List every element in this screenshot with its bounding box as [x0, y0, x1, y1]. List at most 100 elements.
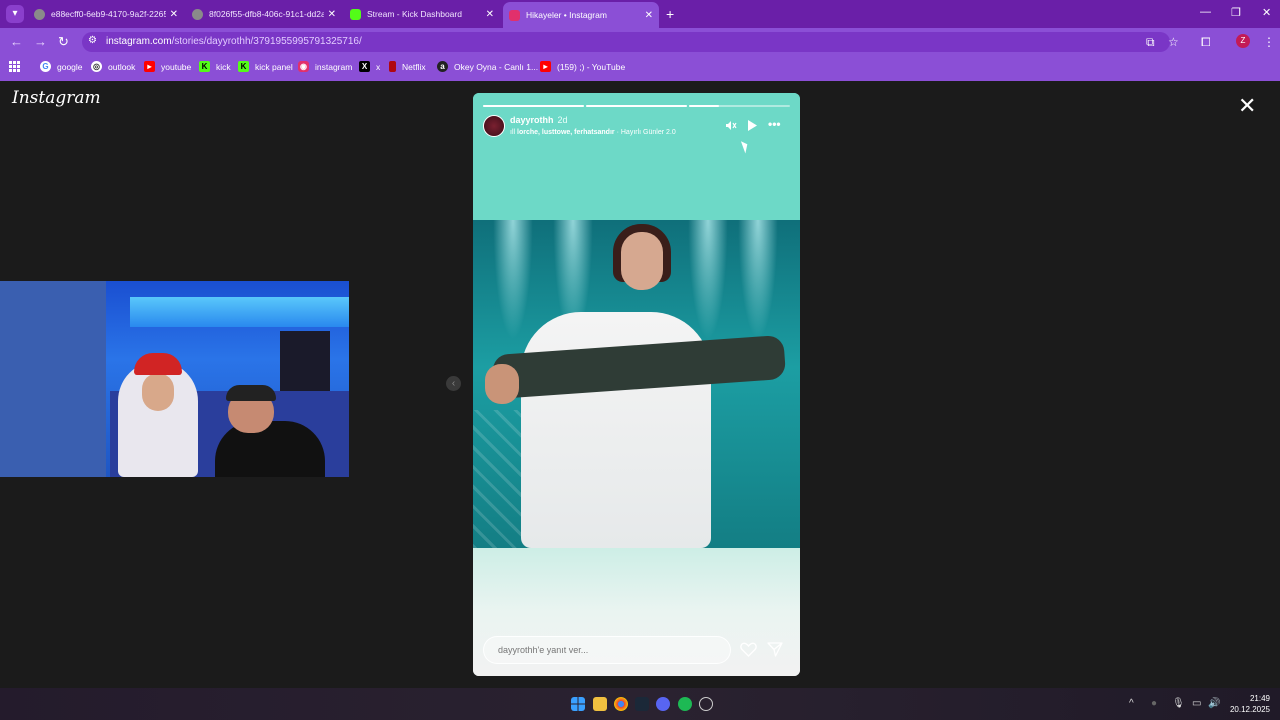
webcam-wall	[0, 281, 106, 477]
tray-chevron-up-icon[interactable]: ^	[1129, 698, 1134, 709]
story-reply-field[interactable]	[483, 636, 731, 664]
new-tab-plus-icon[interactable]: +	[666, 6, 674, 22]
music-title: Hayırlı Günler 2.0	[620, 129, 676, 136]
windows-start-icon[interactable]	[571, 697, 585, 711]
clock-date: 20.12.2025	[1229, 705, 1270, 714]
bookmark-outlook-label: outlook	[108, 61, 136, 72]
stage-light	[493, 220, 533, 340]
music-artists: lorche, lusttowe, ferhatsandır	[517, 129, 615, 136]
window-close-icon[interactable]: ✕	[1262, 6, 1271, 19]
chrome-menu-icon[interactable]: ⋮	[1263, 35, 1275, 49]
site-settings-icon[interactable]: ⚙	[88, 35, 97, 46]
bookmark-kick-panel-label: kick panel	[255, 61, 293, 72]
apps-grid-icon[interactable]	[9, 61, 20, 72]
bookmark-instagram[interactable]: ◉ instagram	[298, 61, 352, 72]
outlook-icon: ◎	[91, 61, 102, 72]
bookmark-star-icon[interactable]: ☆	[1168, 35, 1179, 49]
tab-4-active[interactable]: Hikayeler • Instagram ✕	[503, 2, 659, 28]
stage-light	[688, 220, 728, 340]
chrome-icon[interactable]	[614, 697, 628, 711]
bookmark-youtube[interactable]: ▸ youtube	[144, 61, 191, 72]
google-icon: G	[40, 61, 51, 72]
story-user-avatar[interactable]	[483, 115, 505, 137]
more-options-icon[interactable]: •••	[768, 118, 781, 130]
webcam-shelf	[280, 331, 330, 391]
bookmark-outlook[interactable]: ◎ outlook	[91, 61, 135, 72]
profile-avatar[interactable]: Z	[1236, 34, 1250, 48]
netflix-icon	[389, 61, 396, 72]
bookmark-netflix[interactable]: Netflix	[389, 61, 426, 72]
steam-icon[interactable]	[635, 697, 649, 711]
restore-icon[interactable]: ❐	[1231, 6, 1241, 19]
spotify-icon[interactable]	[678, 697, 692, 711]
volume-icon[interactable]: 🔊	[1208, 698, 1220, 709]
bookmark-kick-panel[interactable]: Kkick panel	[238, 61, 293, 72]
install-app-icon[interactable]: ⧉	[1146, 35, 1155, 50]
story-username[interactable]: dayyrothh	[510, 115, 554, 125]
play-icon[interactable]	[747, 120, 757, 134]
kick-icon: K	[238, 61, 249, 72]
bookmark-google[interactable]: Ggoogle	[40, 61, 83, 72]
bookmark-kick[interactable]: Kkick	[199, 61, 231, 72]
okey-icon: a	[437, 61, 448, 72]
instagram-logo[interactable]: Instagram	[12, 88, 101, 108]
instagram-icon: ◉	[298, 61, 309, 72]
story-username-row[interactable]: dayyrothh 2d	[510, 115, 568, 125]
previous-story-chevron-icon[interactable]: ‹	[446, 376, 461, 391]
forward-arrow-icon[interactable]: →	[34, 34, 47, 49]
tray-app-icon[interactable]: ●	[1151, 698, 1157, 709]
tab-2[interactable]: 8f026f55-dfb8-406c-91c1-dd2a ✕	[186, 3, 342, 25]
x-icon: X	[359, 61, 370, 72]
discord-icon[interactable]	[656, 697, 670, 711]
address-bar-url[interactable]: instagram.com/stories/dayyrothh/37919559…	[106, 36, 362, 47]
bookmark-okey-label: Okey Oyna - Canlı 1...	[454, 61, 539, 72]
bookmarks-bar	[0, 56, 1280, 81]
groom-face	[485, 364, 519, 404]
story-reply-input[interactable]	[484, 637, 730, 663]
microphone-icon[interactable]: 🎙	[1172, 698, 1185, 709]
story-progress-fill	[689, 105, 720, 107]
kick-icon: K	[199, 61, 210, 72]
story-progress-fill	[586, 105, 687, 107]
webcam-hair-right	[226, 385, 276, 401]
music-bars-icon: ıll	[510, 129, 517, 136]
mute-speaker-icon[interactable]	[725, 120, 737, 134]
network-icon[interactable]: ▭	[1192, 698, 1201, 709]
story-top-background	[473, 93, 800, 220]
bookmark-youtube-2[interactable]: ▸ (159) ;) - YouTube	[540, 61, 625, 72]
story-progress-segment	[483, 105, 584, 107]
tab-2-close-icon[interactable]: ✕	[328, 9, 336, 20]
tab-strip: ▾ e88ecff0-6eb9-4170-9a2f-2265 ✕ 8f026f5…	[0, 0, 1280, 28]
obs-icon[interactable]	[699, 697, 713, 711]
webcam-overlay	[0, 281, 349, 477]
tab-1-favicon-icon	[34, 8, 45, 20]
like-heart-icon[interactable]	[740, 642, 757, 660]
tab-1-close-icon[interactable]: ✕	[170, 9, 178, 20]
extensions-puzzle-icon[interactable]: ⧠	[1201, 35, 1211, 50]
tab-4-close-icon[interactable]: ✕	[645, 10, 653, 21]
bookmark-okey[interactable]: a Okey Oyna - Canlı 1...	[437, 61, 538, 72]
story-age: 2d	[557, 115, 568, 125]
reload-icon[interactable]: ↻	[58, 34, 69, 50]
minimize-icon[interactable]: —	[1200, 6, 1211, 18]
tab-3[interactable]: Stream - Kick Dashboard ✕	[344, 3, 500, 25]
close-story-icon[interactable]: ✕	[1238, 95, 1256, 117]
tab-1[interactable]: e88ecff0-6eb9-4170-9a2f-2265 ✕	[28, 3, 184, 25]
tab-3-kick-icon	[350, 8, 361, 20]
story-progress-segment	[586, 105, 687, 107]
back-arrow-icon[interactable]: ←	[10, 34, 23, 49]
story-music-row[interactable]: ıll lorche, lusttowe, ferhatsandır · Hay…	[510, 129, 676, 136]
tab-3-close-icon[interactable]: ✕	[486, 9, 494, 20]
bookmark-google-label: google	[57, 61, 83, 72]
story-card[interactable]: dayyrothh 2d ıll lorche, lusttowe, ferhat…	[473, 93, 800, 676]
tab-1-title: e88ecff0-6eb9-4170-9a2f-2265	[51, 9, 166, 19]
youtube-icon: ▸	[144, 61, 155, 72]
share-send-icon[interactable]	[767, 642, 783, 660]
story-progress-fill	[483, 105, 584, 107]
file-explorer-icon[interactable]	[593, 697, 607, 711]
tab-search-chevron-icon[interactable]: ▾	[6, 5, 24, 23]
taskbar-clock[interactable]: 21:49 20.12.2025	[1224, 693, 1270, 715]
bookmark-x[interactable]: Xx	[359, 61, 380, 72]
story-photo	[473, 220, 800, 548]
webcam-santa-hat	[134, 353, 182, 375]
